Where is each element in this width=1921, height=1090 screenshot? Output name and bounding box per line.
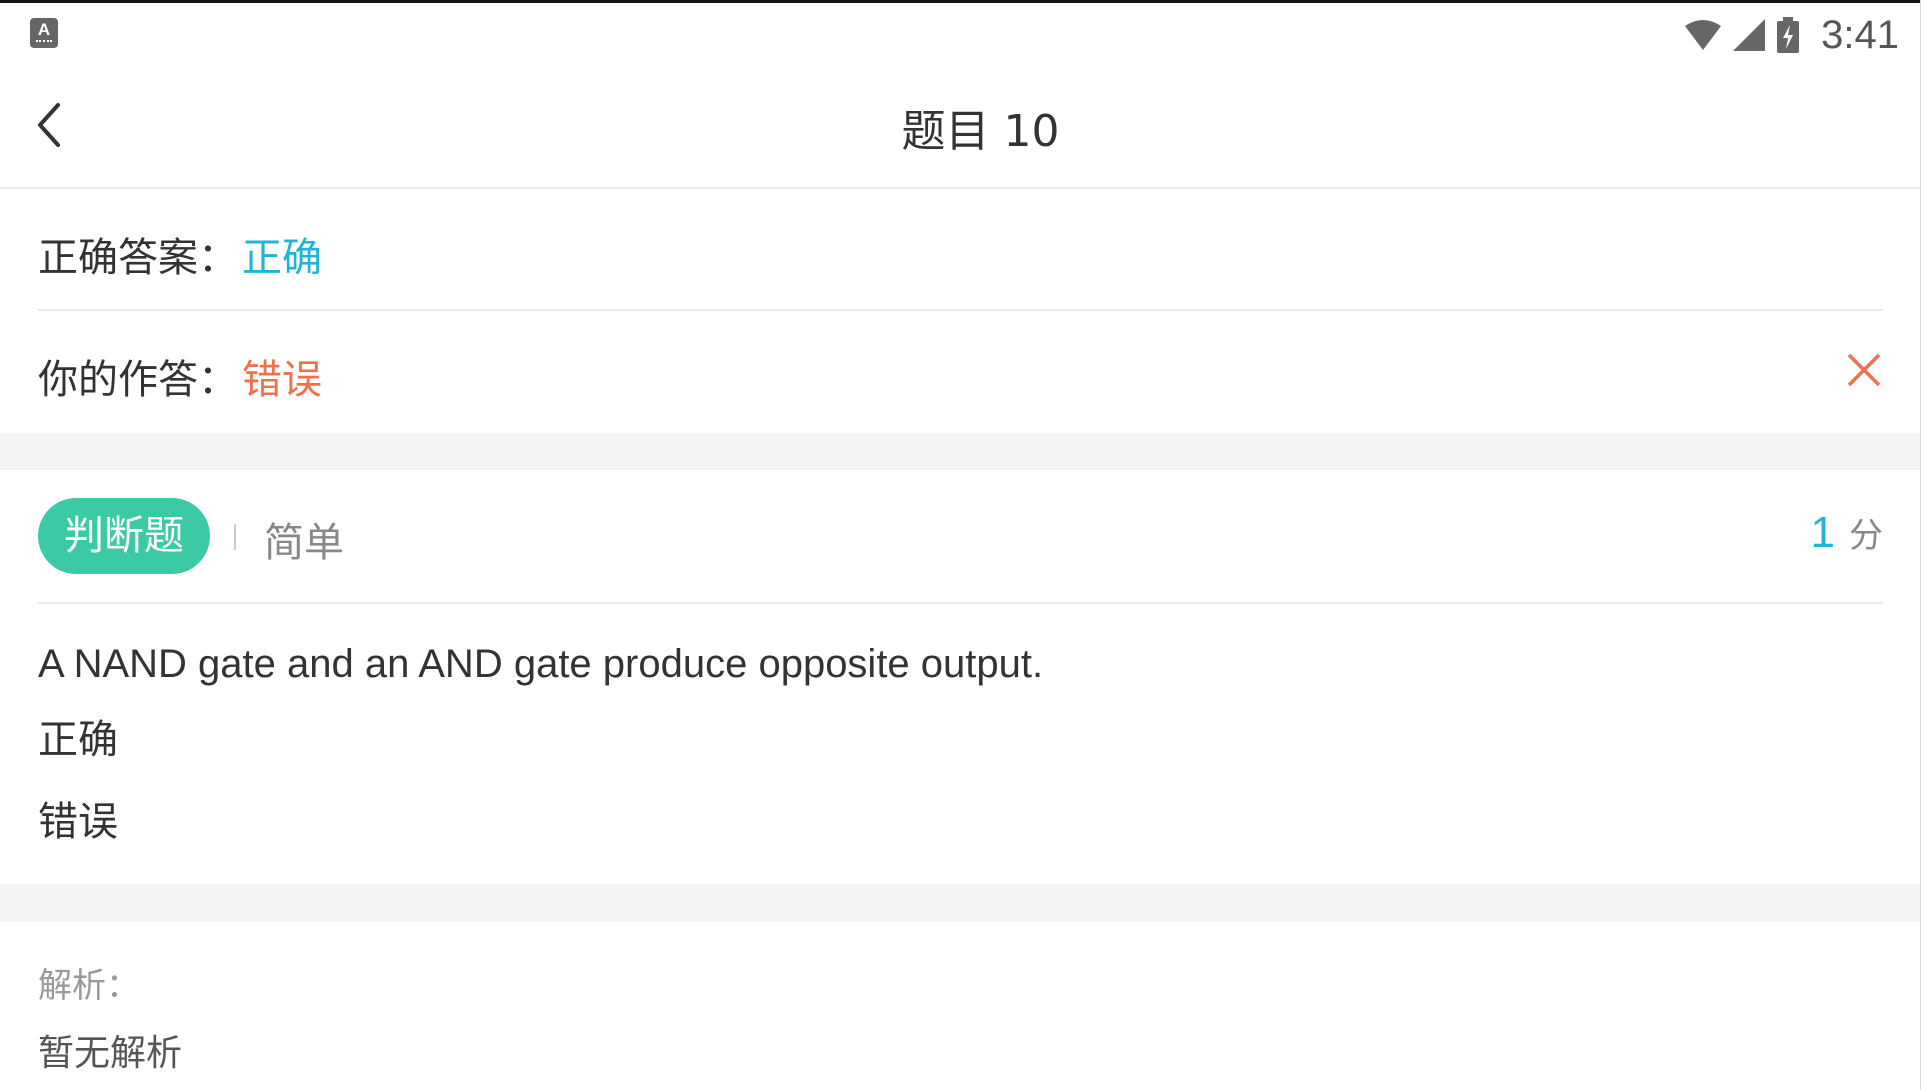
status-bar: A 3:41 [0, 3, 1921, 65]
close-icon [1847, 353, 1881, 387]
battery-charging-icon [1777, 17, 1800, 53]
score: 1 分 [1811, 508, 1883, 558]
cell-signal-icon [1733, 19, 1766, 51]
app-header: 题目 10 [0, 65, 1921, 189]
your-answer-row: 你的作答： 错误 [38, 311, 1883, 431]
correct-answer-value: 正确 [242, 235, 322, 281]
score-unit: 分 [1849, 516, 1883, 556]
difficulty-label: 简单 [264, 520, 344, 566]
option-false[interactable]: 错误 [38, 794, 1883, 850]
screen: A 3:41 题目 10 正确答案： 正确 你的作答： 错误 判断题 简单 1 … [0, 0, 1921, 1090]
analysis-section: 解析： 暂无解析 [0, 922, 1921, 1090]
question-text: A NAND gate and an AND gate produce oppo… [38, 642, 1044, 686]
app-notification-icon: A [30, 18, 58, 48]
your-answer-label: 你的作答： [38, 357, 238, 403]
page-title: 题目 10 [901, 106, 1060, 157]
analysis-text: 暂无解析 [38, 1033, 183, 1074]
question-body: A NAND gate and an AND gate produce oppo… [38, 640, 1883, 876]
clock: 3:41 [1821, 12, 1899, 57]
option-true[interactable]: 正确 [38, 712, 1883, 768]
answer-summary: 正确答案： 正确 你的作答： 错误 [0, 189, 1921, 433]
question-type-badge: 判断题 [38, 498, 210, 574]
question-header: 判断题 简单 1 分 [38, 470, 1883, 604]
wifi-icon [1685, 20, 1722, 50]
status-icons: 3:41 [1685, 13, 1899, 57]
header-divider [234, 524, 236, 550]
your-answer-value: 错误 [242, 357, 322, 403]
correct-answer-label: 正确答案： [38, 235, 238, 281]
correct-answer-row: 正确答案： 正确 [38, 189, 1883, 311]
question-card: 判断题 简单 1 分 A NAND gate and an AND gate p… [0, 470, 1921, 884]
analysis-label: 解析： [38, 966, 140, 1006]
score-value: 1 [1810, 508, 1835, 557]
